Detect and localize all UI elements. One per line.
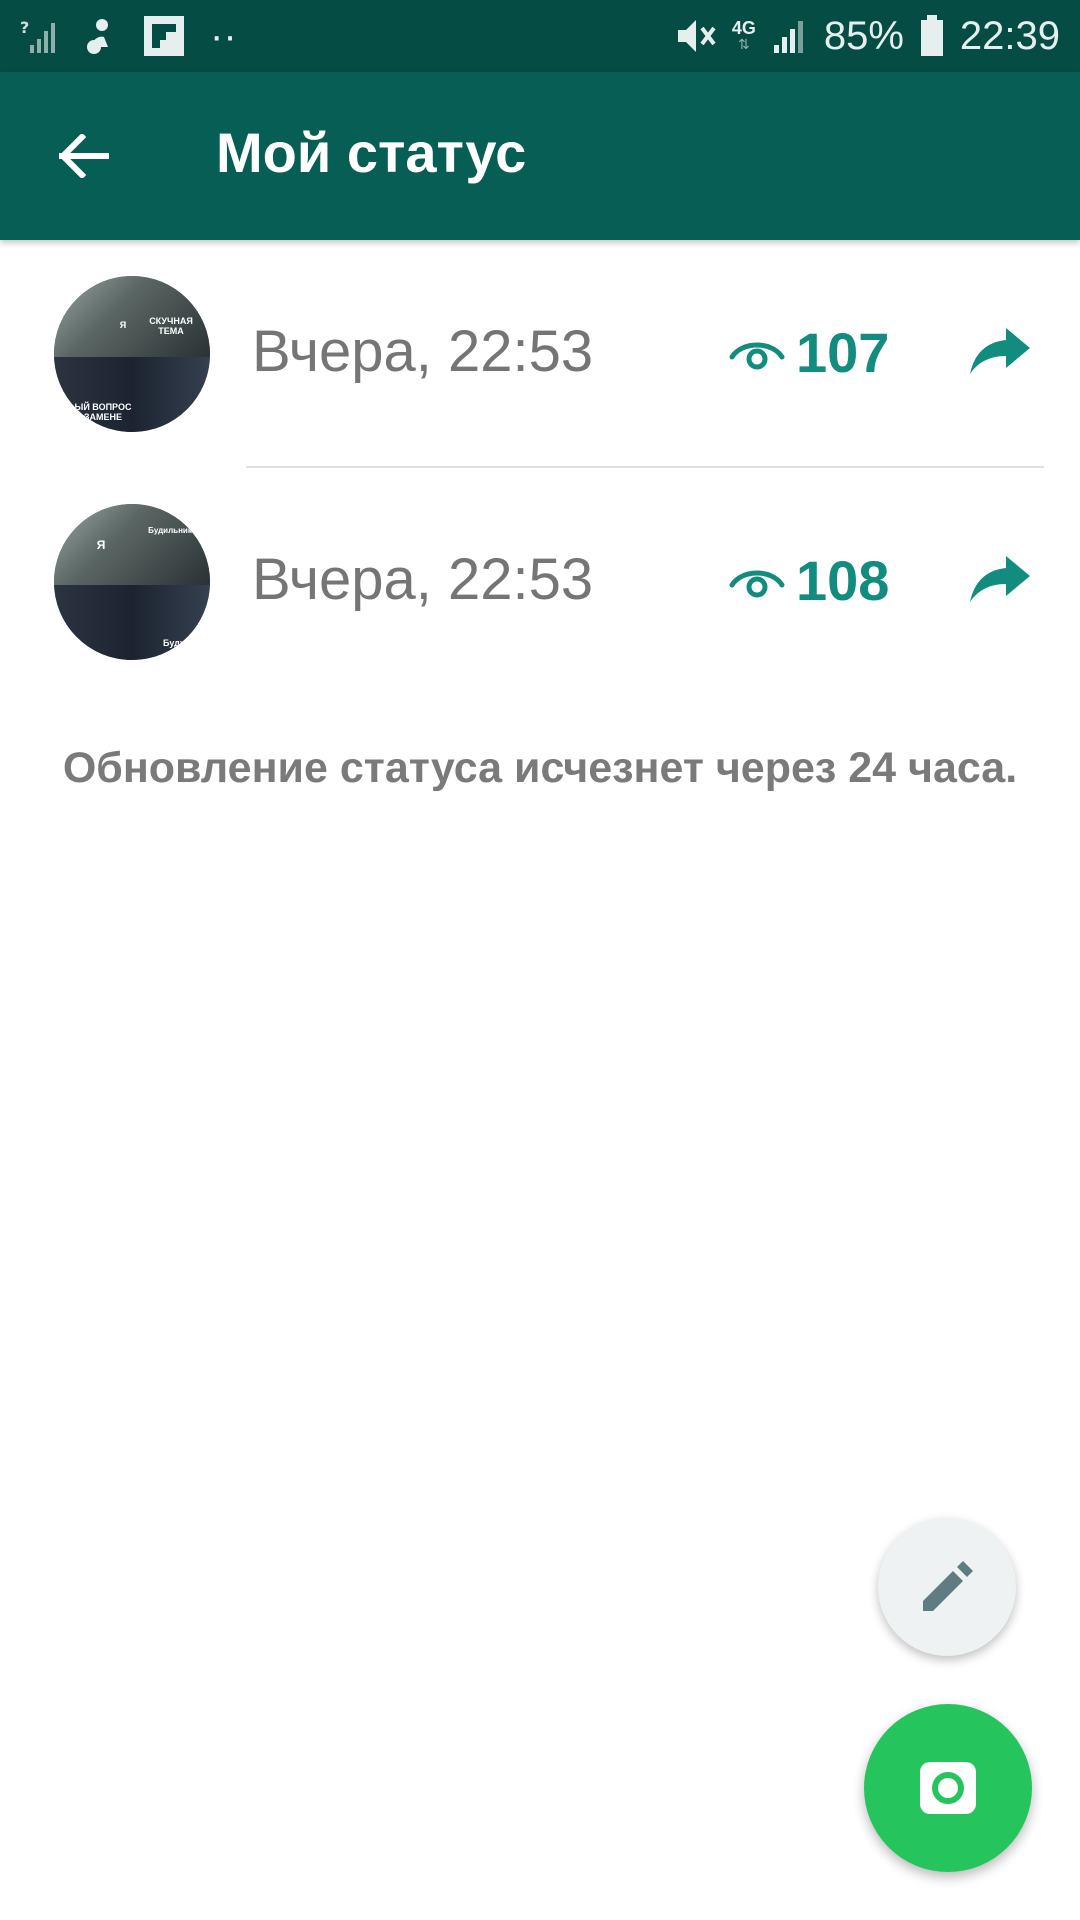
status-item[interactable]: СКУЧНАЯ ТЕМА Я ЫЙ ВОПРОС ЗАМЕНЕ Вчера, 2…	[0, 240, 1080, 468]
signal-strength-icon	[773, 21, 803, 53]
battery-icon	[920, 15, 943, 56]
no-sim-signal-icon: ?	[20, 18, 55, 53]
eye-icon	[729, 570, 785, 597]
app-bar: Мой статус	[0, 72, 1080, 240]
status-bar-right: 4G ⇅ 85% 22:39	[674, 0, 1060, 72]
notification-person-icon	[87, 19, 108, 54]
status-item[interactable]: Будильник Я Буду Вчера, 22:53 108	[0, 468, 1080, 696]
thumbnail-caption: ЫЙ ВОПРОС ЗАМЕНЕ	[74, 402, 132, 422]
share-icon[interactable]	[968, 326, 1032, 376]
network-type-label: 4G ⇅	[731, 18, 756, 52]
eye-icon	[729, 342, 785, 369]
view-count-number: 108	[796, 549, 890, 612]
thumbnail-caption: Буду	[163, 638, 185, 648]
mute-vibrate-icon	[677, 20, 716, 52]
view-count-number: 107	[796, 321, 890, 384]
back-button[interactable]	[52, 124, 116, 188]
battery-percent: 85%	[823, 13, 904, 58]
status-expiry-note: Обновление статуса исчезнет через 24 час…	[62, 744, 1018, 792]
status-thumbnail[interactable]: Будильник Я Буду	[54, 504, 210, 660]
arrow-left-icon	[58, 134, 109, 178]
status-time: Вчера, 22:53	[252, 319, 594, 384]
thumbnail-caption: СКУЧНАЯ ТЕМА	[149, 316, 193, 336]
text-status-button[interactable]	[878, 1518, 1016, 1656]
svg-text:?: ?	[20, 18, 29, 37]
view-count[interactable]: 107	[728, 320, 889, 385]
camera-status-button[interactable]	[864, 1704, 1032, 1872]
status-time: Вчера, 22:53	[252, 547, 594, 612]
status-bar: ? ·· 4G ⇅ 85% 22:39	[0, 0, 1080, 72]
status-bar-left: ? ··	[20, 0, 237, 72]
flipboard-icon	[144, 16, 184, 56]
status-thumbnail[interactable]: СКУЧНАЯ ТЕМА Я ЫЙ ВОПРОС ЗАМЕНЕ	[54, 276, 210, 432]
more-notifications-dots: ··	[210, 13, 237, 58]
thumbnail-caption: Будильник	[148, 526, 192, 535]
view-count[interactable]: 108	[728, 548, 889, 613]
pencil-icon	[923, 1561, 973, 1611]
share-icon[interactable]	[968, 554, 1032, 604]
camera-icon	[920, 1762, 976, 1814]
thumbnail-caption: Я	[119, 320, 127, 330]
page-title: Мой статус	[216, 121, 527, 184]
thumbnail-caption: Я	[96, 538, 106, 552]
status-bar-time: 22:39	[959, 13, 1060, 58]
